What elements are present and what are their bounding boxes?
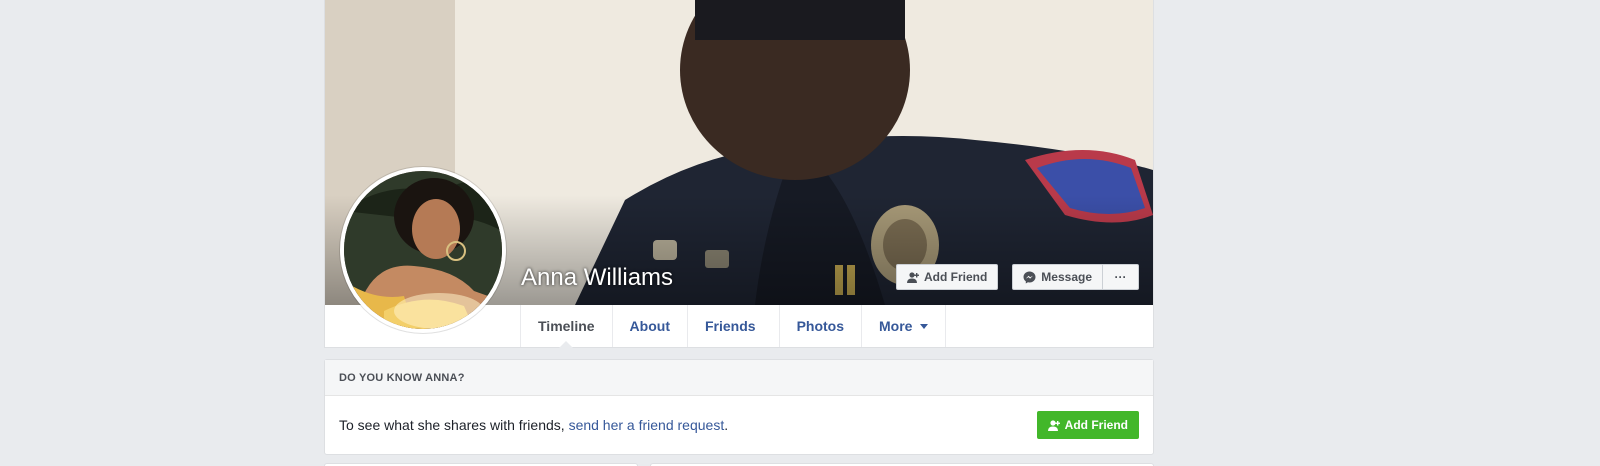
profile-header: Anna Williams Add Friend Message ··· Tim… <box>324 0 1154 348</box>
do-you-know-heading: DO YOU KNOW ANNA? <box>325 360 1153 396</box>
tab-timeline[interactable]: Timeline <box>521 305 613 347</box>
ellipsis-icon: ··· <box>1114 270 1127 284</box>
avatar[interactable] <box>340 167 506 333</box>
chevron-down-icon <box>920 323 929 329</box>
message-button-group: Message ··· <box>1012 264 1139 290</box>
tab-about[interactable]: About <box>613 305 688 347</box>
add-friend-green-label: Add Friend <box>1064 418 1128 432</box>
profile-name[interactable]: Anna Williams <box>521 264 673 292</box>
message-button[interactable]: Message <box>1012 264 1103 290</box>
message-label: Message <box>1041 270 1092 284</box>
cover-actions: Add Friend Message ··· <box>895 264 1139 290</box>
add-friend-green-button[interactable]: Add Friend <box>1036 411 1139 439</box>
more-options-button[interactable]: ··· <box>1103 264 1139 290</box>
profile-picture <box>344 171 502 329</box>
add-friend-icon <box>1047 419 1060 431</box>
tab-more-label: More <box>879 318 913 334</box>
tab-friends[interactable]: Friends <box>688 305 780 347</box>
do-you-know-body: To see what she shares with friends, sen… <box>325 396 1153 454</box>
profile-picture-image <box>344 171 502 329</box>
add-friend-label: Add Friend <box>923 270 988 284</box>
tab-photos[interactable]: Photos <box>780 305 863 347</box>
do-you-know-text: To see what she shares with friends, <box>339 417 569 433</box>
do-you-know-card: DO YOU KNOW ANNA? To see what she shares… <box>324 359 1154 455</box>
add-friend-button[interactable]: Add Friend <box>895 264 999 290</box>
profile-tabs: Timeline About Friends Photos More <box>520 305 947 347</box>
friend-request-link[interactable]: send her a friend request <box>569 417 725 433</box>
tab-more[interactable]: More <box>862 305 947 347</box>
add-friend-icon <box>906 271 919 283</box>
do-you-know-text-suffix: . <box>724 417 729 433</box>
messenger-icon <box>1023 271 1036 284</box>
